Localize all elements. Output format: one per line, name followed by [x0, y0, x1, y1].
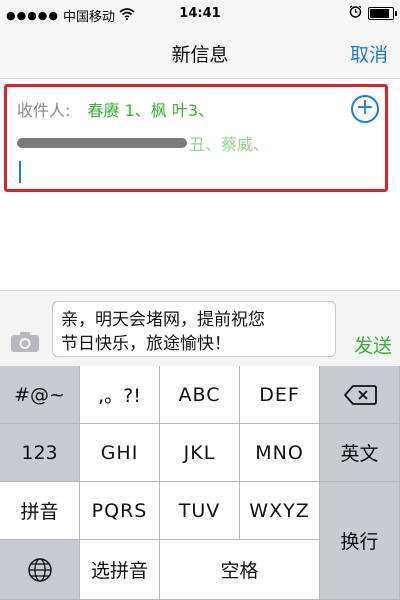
add-contact-button[interactable]: + — [351, 95, 379, 123]
cancel-button[interactable]: 取消 — [350, 40, 388, 67]
key-numbers[interactable]: 123 — [0, 424, 80, 482]
recipient-names[interactable]: 春赓 1、枫 叶3、 — [88, 101, 215, 120]
page-title: 新信息 — [171, 44, 229, 66]
battery-icon — [368, 7, 397, 20]
key-pqrs[interactable]: PQRS — [80, 482, 160, 540]
recipients-row-2: 丑、蔡威、 — [17, 131, 269, 155]
recipients-field[interactable]: 收件人: 春赓 1、枫 叶3、 丑、蔡威、 + — [4, 84, 388, 192]
globe-key[interactable] — [0, 540, 80, 600]
key-english[interactable]: 英文 — [320, 424, 400, 482]
globe-icon — [27, 557, 52, 582]
backspace-key[interactable] — [320, 366, 400, 424]
key-jkl[interactable]: JKL — [160, 424, 240, 482]
recipients-row: 收件人: 春赓 1、枫 叶3、 — [17, 97, 214, 121]
space-key[interactable]: 空格 — [160, 540, 320, 600]
status-time: 14:41 — [179, 6, 221, 21]
message-line-1: 亲，明天会堵网，提前祝您 — [61, 310, 265, 330]
compose-area: 亲，明天会堵网，提前祝您 节日快乐，旅途愉快！ 发送 — [0, 290, 400, 367]
text-cursor — [19, 161, 21, 183]
key-tuv[interactable]: TUV — [160, 482, 240, 540]
status-bar: ●●●●● 中国移动 14:41 — [0, 0, 400, 28]
backspace-icon — [343, 384, 377, 405]
message-line-2: 节日快乐，旅途愉快！ — [61, 334, 231, 354]
redacted-recipients — [17, 138, 187, 148]
key-mno[interactable]: MNO — [240, 424, 320, 482]
key-pinyin[interactable]: 拼音 — [0, 482, 80, 540]
alarm-icon — [349, 5, 362, 22]
message-input[interactable]: 亲，明天会堵网，提前祝您 节日快乐，旅途愉快！ — [52, 301, 336, 357]
status-right — [349, 5, 397, 22]
key-newline[interactable]: 换行 — [320, 482, 400, 600]
nav-bar: 新信息 取消 — [0, 28, 400, 79]
battery-level — [370, 9, 389, 18]
camera-button[interactable] — [10, 331, 40, 353]
key-ghi[interactable]: GHI — [80, 424, 160, 482]
add-contact-icon: + — [355, 95, 375, 120]
key-abc[interactable]: ABC — [160, 366, 240, 424]
key-punctuation[interactable]: ,。?! — [80, 366, 160, 424]
send-button[interactable]: 发送 — [354, 331, 392, 358]
key-symbols[interactable]: #@~ — [0, 366, 80, 424]
recipients-label: 收件人: — [17, 101, 71, 120]
camera-icon — [11, 332, 39, 352]
key-def[interactable]: DEF — [240, 366, 320, 424]
key-select-pinyin[interactable]: 选拼音 — [80, 540, 160, 600]
keyboard: #@~ ,。?! ABC DEF 123 GHI JKL MNO 英文 拼音 P… — [0, 366, 400, 600]
recipient-names-2[interactable]: 丑、蔡威、 — [189, 131, 269, 155]
key-wxyz[interactable]: WXYZ — [240, 482, 320, 540]
